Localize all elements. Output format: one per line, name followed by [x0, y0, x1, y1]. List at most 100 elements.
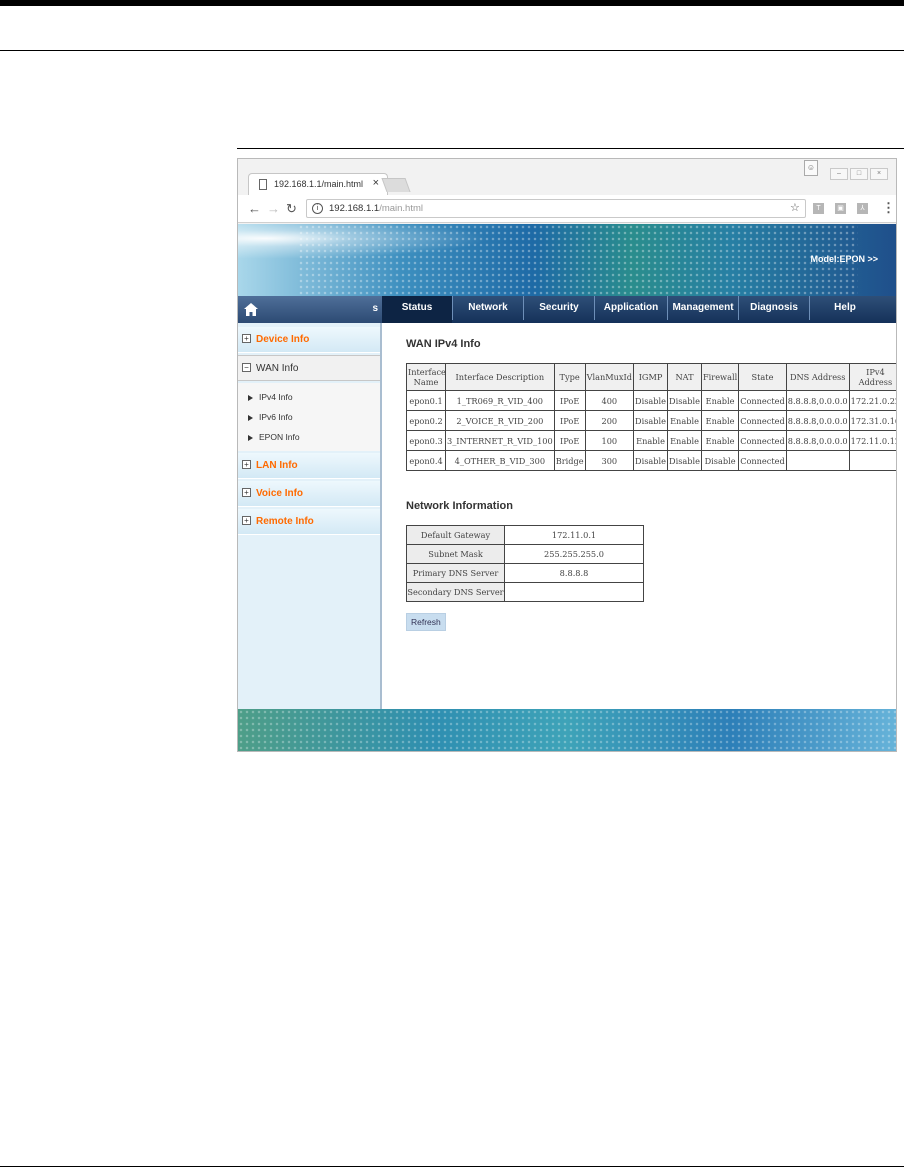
- sidebar-header: s: [238, 296, 382, 323]
- sidebar-item-label: Voice Info: [256, 488, 304, 499]
- field-label: Subnet Mask: [406, 544, 505, 564]
- sidebar-item-lan-info[interactable]: + LAN Info: [238, 453, 380, 479]
- address-host: 192.168.1.1: [329, 203, 380, 214]
- submenu-label: IPv6 Info: [259, 412, 293, 422]
- submenu-epon-info[interactable]: EPON Info: [248, 432, 300, 442]
- table-row: Primary DNS Server 8.8.8.8: [406, 563, 644, 583]
- network-info-table: Default Gateway 172.11.0.1 Subnet Mask 2…: [406, 525, 644, 602]
- window-controls: – □ ×: [828, 162, 888, 180]
- pdf-extension-icon[interactable]: ⅄: [857, 203, 868, 214]
- table-cell: 172.31.0.16: [848, 410, 896, 431]
- menu-help[interactable]: Help: [810, 296, 880, 320]
- bookmark-star-icon[interactable]: ☆: [790, 201, 800, 214]
- wan-submenu: IPv4 Info IPv6 Info EPON Info: [238, 383, 380, 451]
- column-header: Interface Name: [406, 363, 446, 391]
- extension-icon[interactable]: ▣: [835, 203, 846, 214]
- maximize-icon[interactable]: □: [850, 168, 868, 180]
- sidebar-item-remote-info[interactable]: + Remote Info: [238, 509, 380, 535]
- browser-window: 192.168.1.1/main.html × ☺ – □ × ← → ↻ i 192…: [237, 158, 897, 752]
- table-cell: Enable: [633, 430, 669, 451]
- column-header: VlanMuxId: [584, 363, 635, 391]
- field-value: [504, 582, 644, 602]
- expand-icon: +: [242, 334, 251, 343]
- column-header: Interface Description: [445, 363, 555, 391]
- sidebar-item-device-info[interactable]: + Device Info: [238, 327, 380, 353]
- sidebar-item-label: LAN Info: [256, 460, 298, 471]
- sidebar: + Device Info − WAN Info IPv4 Info IPv6 …: [238, 323, 382, 709]
- table-cell: 1_TR069_R_VID_400: [445, 390, 555, 411]
- expand-icon: +: [242, 516, 251, 525]
- table-row: epon0.2 2_VOICE_R_VID_200 IPoE 200 Disab…: [406, 410, 896, 431]
- submenu-ipv4-info[interactable]: IPv4 Info: [248, 392, 293, 402]
- field-label: Default Gateway: [406, 525, 505, 545]
- footer-banner: [238, 709, 896, 751]
- close-window-icon[interactable]: ×: [870, 168, 888, 180]
- table-cell: 8.8.8.8,0.0.0.0: [785, 390, 850, 411]
- header-text: IPv4 Address: [858, 367, 893, 387]
- table-cell: Disable: [700, 450, 740, 471]
- table-cell: epon0.2: [406, 410, 446, 431]
- expand-icon: +: [242, 460, 251, 469]
- field-label: Secondary DNS Server: [406, 582, 505, 602]
- page-rule: [0, 50, 904, 51]
- collapse-icon: −: [242, 363, 251, 372]
- sidebar-item-wan-info[interactable]: − WAN Info: [238, 355, 380, 381]
- table-cell: 8.8.8.8,0.0.0.0: [785, 410, 850, 431]
- table-cell: 400: [584, 390, 635, 411]
- menu-diagnosis[interactable]: Diagnosis: [739, 296, 809, 320]
- profile-icon[interactable]: ☺: [804, 160, 818, 176]
- table-cell: Bridge: [553, 450, 586, 471]
- table-cell: IPoE: [553, 430, 586, 451]
- info-icon[interactable]: i: [312, 203, 323, 214]
- menu-application[interactable]: Application: [595, 296, 667, 320]
- sidebar-item-voice-info[interactable]: + Voice Info: [238, 481, 380, 507]
- browser-tab[interactable]: 192.168.1.1/main.html ×: [248, 173, 388, 195]
- sidebar-header-letter: s: [372, 303, 378, 314]
- home-icon[interactable]: [244, 303, 258, 316]
- table-row: epon0.3 3_INTERNET_R_VID_100 IPoE 100 En…: [406, 430, 896, 451]
- wan-ipv4-table: Interface Name Interface Description Typ…: [406, 363, 896, 471]
- table-cell: 200: [584, 410, 635, 431]
- menu-status[interactable]: Status: [382, 296, 452, 323]
- triangle-right-icon: [248, 414, 253, 421]
- refresh-button[interactable]: Refresh: [406, 613, 446, 631]
- table-cell: Connected: [738, 430, 787, 451]
- column-header: IPv4 Address: [848, 363, 896, 391]
- table-header-row: Interface Name Interface Description Typ…: [406, 363, 896, 391]
- main-menu: Status Network Security Application Mana…: [382, 296, 896, 323]
- field-value: 8.8.8.8: [504, 563, 644, 583]
- column-header: IGMP: [633, 363, 669, 391]
- table-cell: Connected: [738, 450, 787, 471]
- browser-titlebar: 192.168.1.1/main.html × ☺ – □ ×: [238, 159, 896, 195]
- address-path: /main.html: [379, 203, 424, 214]
- model-link[interactable]: Model:EPON >>: [810, 254, 878, 264]
- table-cell: Enable: [667, 430, 702, 451]
- footer-pattern: [238, 709, 896, 751]
- main-panel: WAN IPv4 Info Interface Name Interface D…: [384, 323, 896, 709]
- column-header: NAT: [667, 363, 702, 391]
- table-cell: Connected: [738, 390, 787, 411]
- reload-icon[interactable]: ↻: [286, 201, 297, 217]
- menu-management[interactable]: Management: [668, 296, 738, 320]
- extension-icon[interactable]: T: [813, 203, 824, 214]
- table-row: Secondary DNS Server: [406, 582, 644, 602]
- table-cell: epon0.3: [406, 430, 446, 451]
- back-arrow-icon[interactable]: ←: [248, 201, 261, 216]
- address-bar[interactable]: i 192.168.1.1/main.html: [306, 199, 806, 218]
- table-cell: Disable: [667, 390, 702, 411]
- submenu-label: IPv4 Info: [259, 392, 293, 402]
- figure-rule: [237, 148, 904, 149]
- menu-security[interactable]: Security: [524, 296, 594, 320]
- table-cell: epon0.1: [406, 390, 446, 411]
- network-info-title: Network Information: [406, 500, 513, 512]
- browser-menu-icon[interactable]: ⋮: [882, 200, 895, 216]
- forward-arrow-icon[interactable]: →: [267, 201, 280, 216]
- sidebar-item-label: Remote Info: [256, 516, 314, 527]
- table-row: epon0.4 4_OTHER_B_VID_300 Bridge 300 Dis…: [406, 450, 896, 471]
- minimize-icon[interactable]: –: [830, 168, 848, 180]
- new-tab-button[interactable]: [381, 178, 411, 192]
- submenu-ipv6-info[interactable]: IPv6 Info: [248, 412, 293, 422]
- close-tab-icon[interactable]: ×: [373, 177, 379, 189]
- table-cell: Connected: [738, 410, 787, 431]
- menu-network[interactable]: Network: [453, 296, 523, 320]
